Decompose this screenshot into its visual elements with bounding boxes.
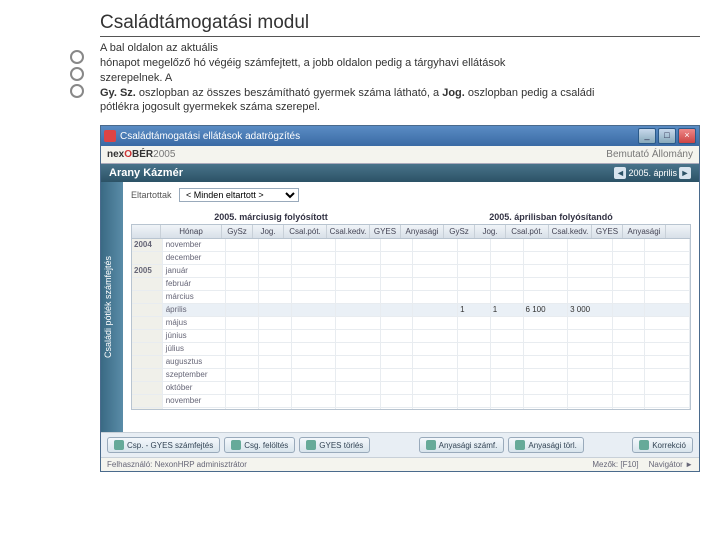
delete-icon [515,440,525,450]
button-bar: Csp. - GYES számfejtés Csg. felöltés GYE… [101,432,699,457]
period-next-button[interactable]: ► [679,167,691,179]
upload-button[interactable]: Csg. felöltés [224,437,295,453]
person-bar: Arany Kázmér ◄ 2005. április ► [101,164,699,182]
status-nav[interactable]: Navigátor ► [649,460,693,469]
table-row[interactable]: 2004november [132,239,690,252]
status-help: Mezők: [F10] [592,460,638,469]
calc-button[interactable]: Csp. - GYES számfejtés [107,437,220,453]
table-row[interactable]: szeptember [132,369,690,382]
brand-bar: nexOBÉR 2005 Bemutató Állomány [101,146,699,164]
delete-icon [306,440,316,450]
table-row[interactable]: december [132,408,690,409]
maternity-delete-button[interactable]: Anyasági törl. [508,437,583,453]
table-row[interactable]: február [132,278,690,291]
tenant-label: Bemutató Állomány [606,149,693,160]
table-row[interactable]: július [132,343,690,356]
table-row[interactable]: április116 1003 000 [132,304,690,317]
app-window: Családtámogatási ellátások adatrögzítés … [100,125,700,472]
intro-text: A bal oldalon az aktuális hónapot megelő… [100,41,700,115]
calc-icon [426,440,436,450]
gyes-delete-button[interactable]: GYES törlés [299,437,370,453]
table-row[interactable]: május [132,317,690,330]
table-row[interactable]: 2005január [132,265,690,278]
filter-row: Eltartottak < Minden eltartott > [131,188,691,202]
app-icon [104,130,116,142]
close-button[interactable]: × [678,128,696,144]
person-name: Arany Kázmér [109,167,183,179]
period-value: 2005. április [628,168,677,178]
table-row[interactable]: december [132,252,690,265]
dependant-select[interactable]: < Minden eltartott > [179,188,299,202]
section-left-header: 2005. márciusig folyósított [131,210,411,224]
upload-icon [231,440,241,450]
minimize-button[interactable]: _ [638,128,656,144]
titlebar: Családtámogatási ellátások adatrögzítés … [101,126,699,146]
correction-button[interactable]: Korrekció [632,437,693,453]
period-prev-button[interactable]: ◄ [614,167,626,179]
window-title: Családtámogatási ellátások adatrögzítés [120,131,300,142]
table-row[interactable]: március [132,291,690,304]
table-row[interactable]: június [132,330,690,343]
grid-header: Hónap GySzJog.Csal.pót.Csal.kedv.GYESAny… [132,225,690,239]
page-title: Családtámogatási modul [100,12,700,37]
maternity-calc-button[interactable]: Anyasági számf. [419,437,505,453]
calc-icon [114,440,124,450]
side-tab[interactable]: Családi pótlék számfejtés [101,182,123,432]
section-right-header: 2005. áprilisban folyósítandó [411,210,691,224]
edit-icon [639,440,649,450]
data-grid: Hónap GySzJog.Csal.pót.Csal.kedv.GYESAny… [131,224,691,410]
status-bar: Felhasználó: NexonHRP adminisztrátor Mez… [101,457,699,471]
table-row[interactable]: augusztus [132,356,690,369]
table-row[interactable]: október [132,382,690,395]
maximize-button[interactable]: □ [658,128,676,144]
table-row[interactable]: november [132,395,690,408]
status-user: Felhasználó: NexonHRP adminisztrátor [107,460,247,469]
